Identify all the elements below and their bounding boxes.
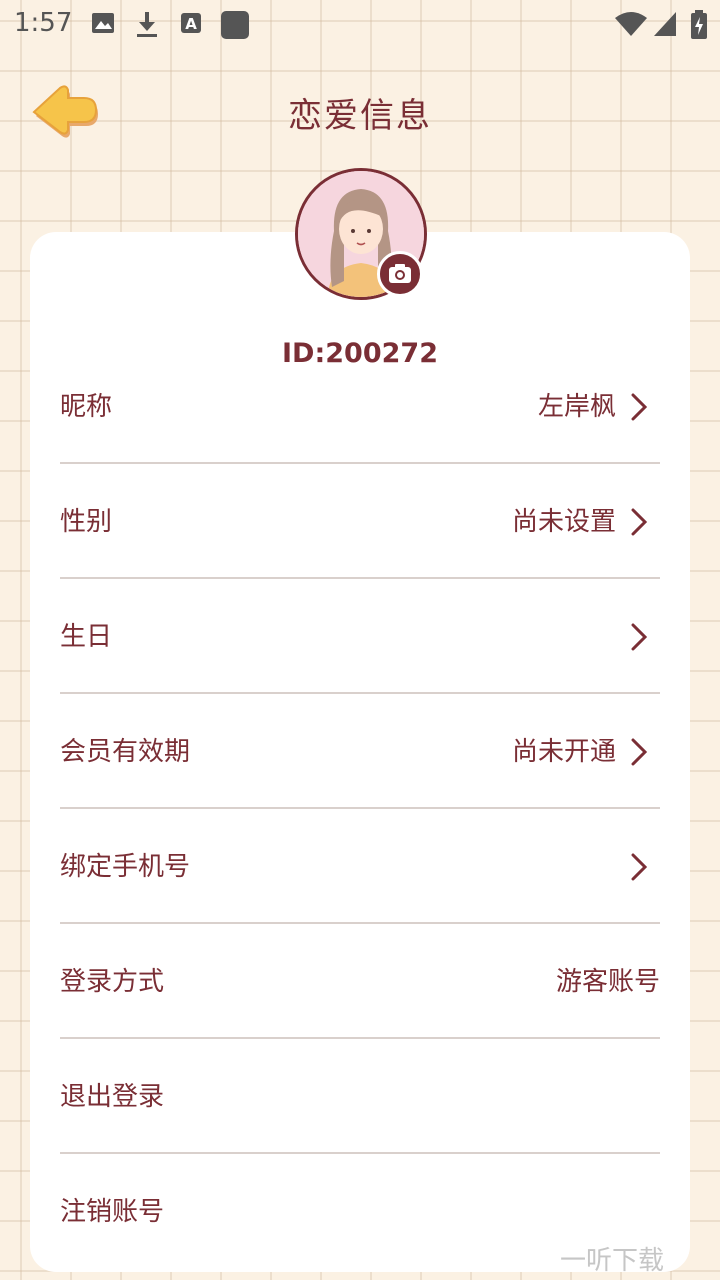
row-value: 尚未设置 <box>511 507 616 537</box>
row-logout[interactable]: 退出登录 <box>60 1040 660 1154</box>
row-value: 左岸枫 <box>537 392 616 422</box>
divider <box>60 577 660 579</box>
chevron-right-icon <box>631 738 648 766</box>
signal-icon <box>654 12 676 36</box>
watermark: 一听下载 <box>560 1240 664 1277</box>
row-label: 登录方式 <box>60 967 165 997</box>
row-label: 绑定手机号 <box>60 852 191 882</box>
row-birthday[interactable]: 生日 <box>60 580 660 694</box>
camera-icon <box>389 264 411 283</box>
header: 恋爱信息 <box>0 60 720 160</box>
row-label: 性别 <box>60 507 113 537</box>
divider <box>60 1037 660 1039</box>
row-login-method: 登录方式 游客账号 <box>60 925 660 1039</box>
row-value: 尚未开通 <box>511 737 616 767</box>
row-label: 会员有效期 <box>60 737 191 767</box>
change-avatar-button[interactable] <box>377 251 423 297</box>
wifi-icon <box>615 12 647 36</box>
chevron-right-icon <box>631 853 648 881</box>
divider <box>60 807 660 809</box>
row-label: 退出登录 <box>60 1082 165 1112</box>
image-icon <box>92 13 114 33</box>
row-label: 注销账号 <box>60 1197 165 1227</box>
row-membership[interactable]: 会员有效期 尚未开通 <box>60 695 660 809</box>
divider <box>60 1152 660 1154</box>
watermark-text: 一听下载 <box>560 1246 665 1276</box>
row-label: 昵称 <box>60 392 113 422</box>
page-title: 恋爱信息 <box>288 96 432 136</box>
divider <box>60 462 660 464</box>
chevron-right-icon <box>631 508 648 536</box>
row-nickname[interactable]: 昵称 左岸枫 <box>60 350 660 464</box>
text-a-icon: A <box>181 13 201 33</box>
status-time: 1:57 <box>14 8 73 38</box>
status-bar: 1:57 A <box>0 0 720 48</box>
battery-charging-icon <box>691 10 707 39</box>
chevron-right-icon <box>631 393 648 421</box>
divider <box>60 692 660 694</box>
row-label: 生日 <box>60 622 113 652</box>
row-bind-phone[interactable]: 绑定手机号 <box>60 810 660 924</box>
svg-text:A: A <box>185 15 197 33</box>
row-gender[interactable]: 性别 尚未设置 <box>60 465 660 579</box>
app-square-icon <box>221 11 249 39</box>
download-icon <box>137 12 157 37</box>
chevron-right-icon <box>631 623 648 651</box>
row-value: 游客账号 <box>555 967 660 997</box>
divider <box>60 922 660 924</box>
